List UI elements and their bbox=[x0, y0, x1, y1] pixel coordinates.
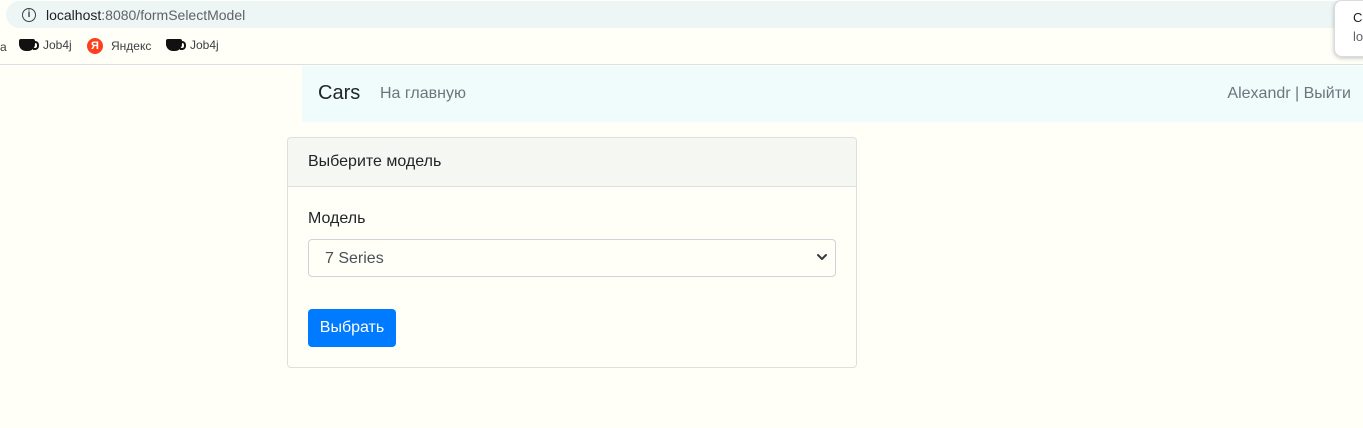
chrome-divider bbox=[0, 64, 1363, 65]
model-label: Модель bbox=[308, 210, 366, 227]
model-select[interactable]: 7 Series bbox=[308, 239, 836, 277]
bookmark-job4j-2[interactable]: Job4j bbox=[166, 38, 219, 52]
card-header: Выберите модель bbox=[288, 138, 856, 187]
nav-home-link[interactable]: На главную bbox=[380, 85, 466, 103]
yandex-icon: Я bbox=[87, 38, 103, 54]
bookmark-partial[interactable]: а bbox=[0, 40, 7, 54]
nav-user-logout[interactable]: Alexandr | Выйти bbox=[1227, 85, 1351, 103]
bookmark-label: Job4j bbox=[190, 38, 219, 52]
site-navbar: Cars На главную Alexandr | Выйти bbox=[302, 66, 1363, 122]
select-submit-button[interactable]: Выбрать bbox=[308, 309, 396, 347]
chevron-down-icon bbox=[817, 254, 827, 260]
bookmark-label: Яндекс bbox=[111, 39, 152, 53]
bookmark-job4j-1[interactable]: Job4j bbox=[19, 38, 72, 52]
navbar-brand[interactable]: Cars bbox=[318, 82, 360, 105]
popup-line-1: C bbox=[1353, 10, 1363, 25]
url-host: localhost bbox=[46, 7, 102, 23]
select-model-card: Выберите модель Модель 7 Series Выбрать bbox=[287, 137, 857, 368]
coffee-cup-icon bbox=[19, 39, 39, 51]
browser-address-bar: i localhost:8080/formSelectModel bbox=[0, 0, 1363, 30]
bookmark-yandex[interactable]: Я Яндекс bbox=[87, 38, 151, 54]
bookmark-label: Job4j bbox=[43, 38, 72, 52]
model-select-value: 7 Series bbox=[325, 250, 384, 267]
coffee-cup-icon bbox=[166, 39, 186, 51]
info-icon[interactable]: i bbox=[22, 8, 36, 22]
url-text[interactable]: localhost:8080/formSelectModel bbox=[46, 7, 245, 23]
url-path: :8080/formSelectModel bbox=[101, 7, 246, 23]
bookmarks-bar: а Job4j Я Яндекс Job4j bbox=[0, 30, 1363, 64]
url-field[interactable]: i localhost:8080/formSelectModel bbox=[6, 1, 1363, 28]
